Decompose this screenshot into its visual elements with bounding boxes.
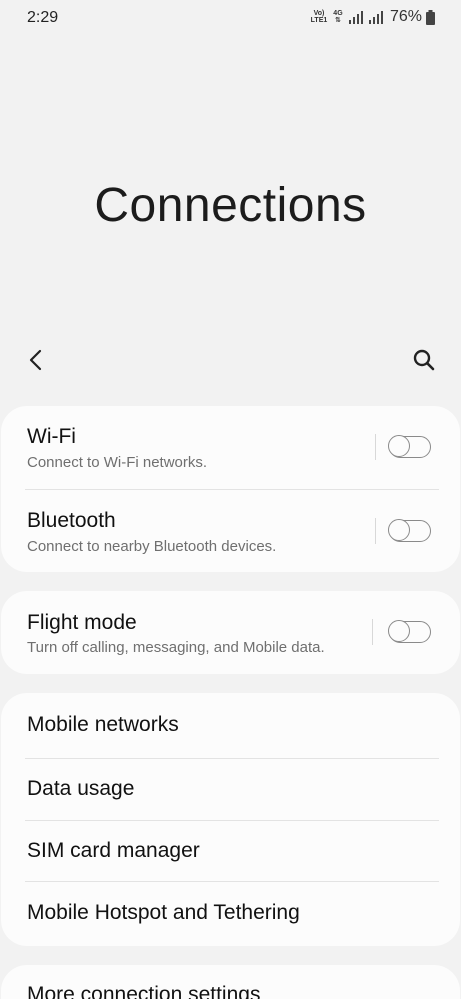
divider: [375, 434, 376, 460]
search-icon: [413, 349, 435, 371]
menu-item-label: SIM card manager: [27, 839, 200, 862]
search-button[interactable]: [410, 346, 438, 374]
back-button[interactable]: [22, 346, 50, 374]
divider: [372, 619, 373, 645]
flight-mode-row[interactable]: Flight mode Turn off calling, messaging,…: [1, 591, 460, 674]
signal-icon: [348, 11, 363, 24]
volte-line1: Vo): [313, 10, 325, 17]
bluetooth-title: Bluetooth: [27, 509, 116, 532]
network-type-indicator: 4G ⇅: [332, 10, 344, 24]
page-title: Connections: [94, 179, 367, 232]
flight-mode-toggle[interactable]: [388, 620, 431, 643]
wifi-subtitle: Connect to Wi-Fi networks.: [27, 454, 208, 471]
battery-icon: [426, 9, 435, 25]
menu-item-label: More connection settings: [27, 983, 261, 999]
card-more: More connection settings: [1, 965, 460, 999]
menu-item-mobile-networks[interactable]: Mobile networks: [1, 693, 460, 758]
status-icons: Vo) LTE1 4G ⇅ 76%: [310, 8, 435, 26]
data-arrows-icon: ⇅: [335, 17, 341, 24]
bluetooth-row[interactable]: Bluetooth Connect to nearby Bluetooth de…: [1, 490, 460, 572]
signal-icon-sim2: [368, 11, 383, 24]
wifi-title: Wi-Fi: [27, 425, 76, 448]
bluetooth-subtitle: Connect to nearby Bluetooth devices.: [27, 538, 277, 555]
volte-line2: LTE1: [310, 17, 328, 24]
toggle-knob: [388, 519, 411, 542]
menu-item-more-connection-settings[interactable]: More connection settings: [1, 965, 460, 999]
toggle-knob: [388, 435, 411, 458]
card-menu: Mobile networks Data usage SIM card mana…: [1, 693, 460, 946]
wifi-toggle[interactable]: [388, 435, 431, 458]
card-wireless: Wi-Fi Connect to Wi-Fi networks. Bluetoo…: [1, 406, 460, 572]
menu-item-hotspot-tethering[interactable]: Mobile Hotspot and Tethering: [1, 882, 460, 946]
menu-item-label: Mobile Hotspot and Tethering: [27, 901, 300, 924]
wifi-row[interactable]: Wi-Fi Connect to Wi-Fi networks.: [1, 406, 460, 490]
back-arrow-icon: [29, 349, 42, 371]
toggle-knob: [388, 620, 411, 643]
bluetooth-toggle[interactable]: [388, 519, 431, 542]
menu-item-label: Mobile networks: [27, 713, 179, 736]
divider: [375, 518, 376, 544]
status-bar: 2:29 Vo) LTE1 4G ⇅ 76%: [0, 0, 461, 36]
menu-item-sim-card-manager[interactable]: SIM card manager: [1, 821, 460, 881]
flight-mode-title: Flight mode: [27, 611, 137, 634]
network-type: 4G: [333, 10, 343, 17]
menu-item-data-usage[interactable]: Data usage: [1, 759, 460, 820]
card-flight: Flight mode Turn off calling, messaging,…: [1, 591, 460, 674]
flight-mode-subtitle: Turn off calling, messaging, and Mobile …: [27, 639, 325, 656]
status-time: 2:29: [27, 9, 59, 26]
battery-percent: 76%: [389, 8, 422, 25]
volte-indicator: Vo) LTE1: [310, 10, 328, 24]
menu-item-label: Data usage: [27, 777, 135, 800]
